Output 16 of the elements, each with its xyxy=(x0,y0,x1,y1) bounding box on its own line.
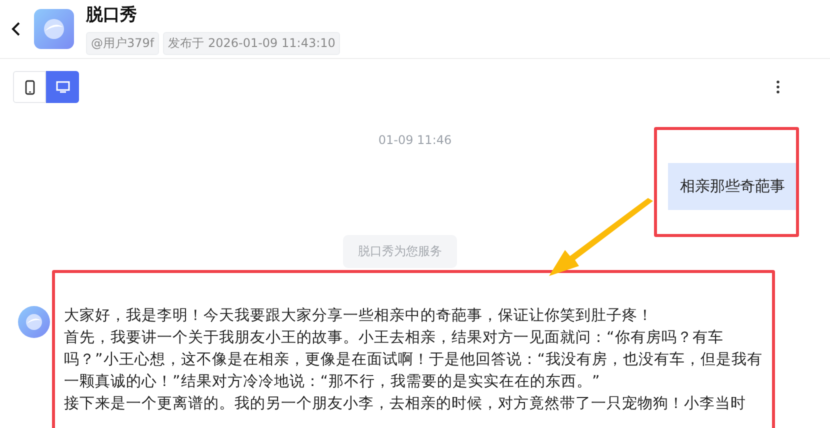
user-message: 相亲那些奇葩事 xyxy=(668,163,797,210)
phone-icon xyxy=(24,80,34,94)
chat-title: 脱口秀 xyxy=(86,4,138,26)
more-icon[interactable] xyxy=(776,80,780,94)
info-tag: 发布于 2026-01-09 11:43:10 xyxy=(163,32,340,55)
bot-message-text: 大家好，我是李明！今天我要跟大家分享一些相亲中的奇葩事，保证让你笑到肚子疼！ xyxy=(64,305,654,326)
system-notice: 脱口秀为您服务 xyxy=(343,235,457,268)
message-timestamp: 01-09 11:46 xyxy=(378,133,452,147)
info-tag: @用户379f xyxy=(86,32,160,55)
bot-avatar-icon xyxy=(18,306,50,338)
monitor-icon xyxy=(56,81,70,93)
back-icon[interactable] xyxy=(10,21,22,37)
bot-message-text: 首先，我要讲一个关于我朋友小王的故事。小王去相亲，结果对方一见面就问：“你有房吗？有车吗？”小王心想，这不像是在相亲，更像是在面试啊！于是他回答说：“我没有房，也没有车，但是我有一颗真诚的心！”结果对方冷冷地说：“那不行，我需要的是实实在在的东西。” xyxy=(64,327,764,392)
view-toggle-button[interactable] xyxy=(46,71,79,103)
bot-message-text: 接下来是一个更离谱的。我的另一个朋友小李，去相亲的时候，对方竟然带了一只宠物狗！小李当时 xyxy=(64,393,747,414)
app-logo-icon xyxy=(34,9,74,49)
